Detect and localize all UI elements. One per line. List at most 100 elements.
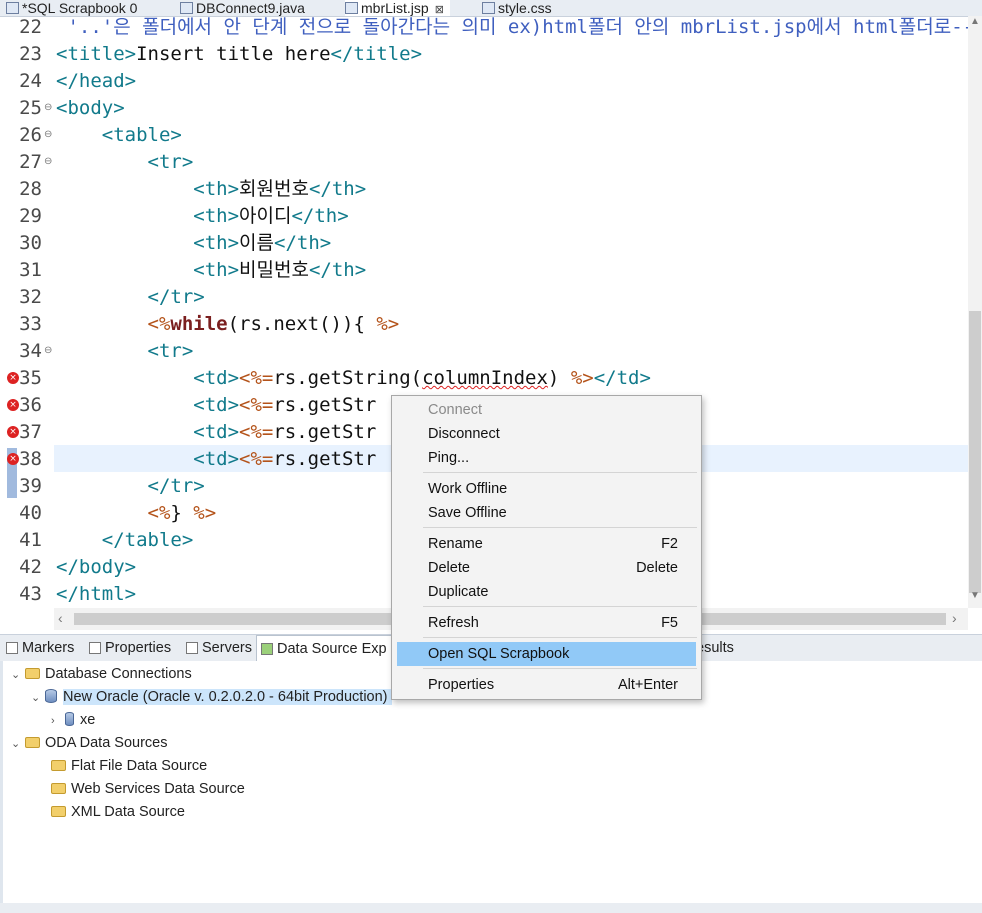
jsp-delimiter: <% — [147, 313, 171, 335]
collapse-chevron-icon[interactable]: › — [51, 710, 65, 733]
code-line: <td><%=rs.getString(columnIndex) %></td> — [56, 365, 651, 392]
tree-node-label: Flat File Data Source — [71, 758, 208, 774]
tab-properties[interactable]: Properties — [89, 635, 171, 661]
expand-chevron-icon[interactable]: ⌄ — [31, 687, 45, 710]
tree-node-xml[interactable]: XML Data Source — [51, 801, 185, 824]
code-tag: <td> — [56, 367, 240, 389]
tree-node-flat-file[interactable]: Flat File Data Source — [51, 755, 207, 778]
tab-label: Properties — [105, 640, 172, 656]
tree-node-label: XML Data Source — [71, 804, 185, 820]
tab-markers[interactable]: Markers — [6, 635, 74, 661]
scroll-up-icon[interactable]: ▲ — [968, 16, 982, 27]
java-file-icon — [180, 2, 193, 14]
menu-item-properties[interactable]: Properties Alt+Enter — [397, 673, 696, 697]
jsp-delimiter: %> — [570, 367, 594, 389]
line-number: 33 — [19, 313, 42, 335]
fold-collapse-icon[interactable]: ⊖ — [44, 345, 52, 356]
tab-label: Servers — [202, 640, 252, 656]
menu-item-label: Rename — [428, 536, 483, 552]
line-number: 35 — [19, 367, 42, 389]
tab-label: Data Source Exp — [277, 641, 387, 657]
data-source-explorer-icon — [261, 643, 273, 655]
tree-node-new-oracle[interactable]: ⌄ New Oracle (Oracle v. 0.2.0.2.0 - 64bit… — [31, 686, 392, 709]
line-number: 40 — [19, 502, 42, 524]
expand-chevron-icon[interactable]: ⌄ — [11, 664, 25, 687]
code-text: 회원번호 — [239, 178, 309, 200]
editor-tab-bar: *SQL Scrapbook 0 DBConnect9.java mbrList… — [0, 0, 982, 17]
tab-label: DBConnect9.java — [196, 0, 305, 16]
jsp-delimiter: <%= — [239, 421, 274, 443]
tree-node-label: New Oracle (Oracle v. 0.2.0.2.0 - 64bit … — [63, 689, 392, 705]
code-text: rs.getString( — [273, 367, 423, 389]
css-file-icon — [482, 2, 495, 14]
tab-sql-scrapbook[interactable]: *SQL Scrapbook 0 — [6, 0, 137, 16]
line-number: 22 — [19, 16, 42, 38]
code-line: <td><%=rs.getStr — [56, 392, 376, 419]
menu-item-rename[interactable]: Rename F2 — [397, 532, 696, 556]
menu-item-delete[interactable]: Delete Delete — [397, 556, 696, 580]
menu-item-save-offline[interactable]: Save Offline — [397, 501, 696, 525]
menu-item-duplicate[interactable]: Duplicate — [397, 580, 696, 604]
menu-item-work-offline[interactable]: Work Offline — [397, 477, 696, 501]
tree-node-oda-data-sources[interactable]: ⌄ ODA Data Sources — [11, 732, 168, 755]
tree-node-web-services[interactable]: Web Services Data Source — [51, 778, 245, 801]
code-line: </head> — [56, 70, 137, 92]
scroll-right-icon[interactable]: › — [952, 610, 957, 626]
close-tab-icon[interactable]: ⊠ — [435, 4, 444, 16]
code-tag: </th> — [308, 178, 367, 200]
expand-chevron-icon[interactable]: ⌄ — [11, 733, 25, 756]
folder-icon — [25, 668, 40, 679]
tree-node-database-connections[interactable]: ⌄ Database Connections — [11, 663, 192, 686]
folder-icon — [25, 737, 40, 748]
line-number: 36 — [19, 394, 42, 416]
menu-item-connect: Connect — [397, 398, 696, 422]
folder-icon — [51, 783, 66, 794]
code-error-text: columnIndex — [422, 367, 548, 389]
fold-collapse-icon[interactable]: ⊖ — [44, 102, 52, 113]
scroll-left-icon[interactable]: ‹ — [58, 610, 63, 626]
tab-dbconnect9[interactable]: DBConnect9.java — [180, 0, 305, 16]
markers-icon — [6, 642, 18, 654]
tab-label: style.css — [498, 0, 552, 16]
code-text: 이름 — [239, 232, 274, 254]
menu-item-label: Duplicate — [428, 584, 489, 600]
line-number: 32 — [19, 286, 42, 308]
menu-item-disconnect[interactable]: Disconnect — [397, 422, 696, 446]
code-text: 비밀번호 — [239, 259, 309, 281]
tab-label: Markers — [22, 640, 75, 656]
jsp-delimiter: %> — [193, 502, 217, 524]
tab-servers[interactable]: Servers — [186, 635, 252, 661]
fold-collapse-icon[interactable]: ⊖ — [44, 156, 52, 167]
code-tag: </th> — [291, 205, 349, 227]
line-number: 29 — [19, 205, 42, 227]
scroll-thumb[interactable] — [969, 311, 981, 593]
code-line: <th>비밀번호</th> — [56, 257, 366, 284]
tree-node-xe[interactable]: › xe — [51, 709, 95, 732]
jsp-delimiter: %> — [376, 313, 400, 335]
menu-item-ping[interactable]: Ping... — [397, 446, 696, 470]
code-tag: <th> — [56, 259, 240, 281]
fold-collapse-icon[interactable]: ⊖ — [44, 129, 52, 140]
tab-mbrlist-jsp[interactable]: mbrList.jsp ⊠ — [345, 0, 450, 16]
line-number: 25 — [19, 97, 42, 119]
menu-item-label: Properties — [428, 677, 495, 693]
menu-item-refresh[interactable]: Refresh F5 — [397, 611, 696, 635]
code-line: <tr> — [56, 340, 194, 362]
line-number: 27 — [19, 151, 42, 173]
tree-node-label: ODA Data Sources — [45, 735, 168, 751]
editor-vertical-scrollbar[interactable]: ▲ ▼ — [968, 16, 982, 608]
code-line: <td><%=rs.getStr — [56, 446, 376, 473]
code-line-comment: '..'은 폴더에서 안 단계 전으로 돌아간다는 의미 ex)html폴더 안… — [56, 16, 968, 38]
tree-node-label: xe — [80, 712, 96, 728]
scroll-down-icon[interactable]: ▼ — [968, 590, 982, 601]
tab-style-css[interactable]: style.css — [482, 0, 552, 16]
tab-data-source-explorer[interactable]: Data Source Exp — [256, 635, 392, 662]
code-text: (rs.next()){ — [227, 313, 377, 335]
code-text: 아이디 — [239, 205, 292, 227]
code-line: </html> — [56, 583, 137, 605]
code-keyword: while — [170, 313, 228, 335]
menu-item-shortcut: F2 — [661, 536, 678, 552]
menu-item-open-sql-scrapbook[interactable]: Open SQL Scrapbook — [397, 642, 696, 666]
line-number: 37 — [19, 421, 42, 443]
